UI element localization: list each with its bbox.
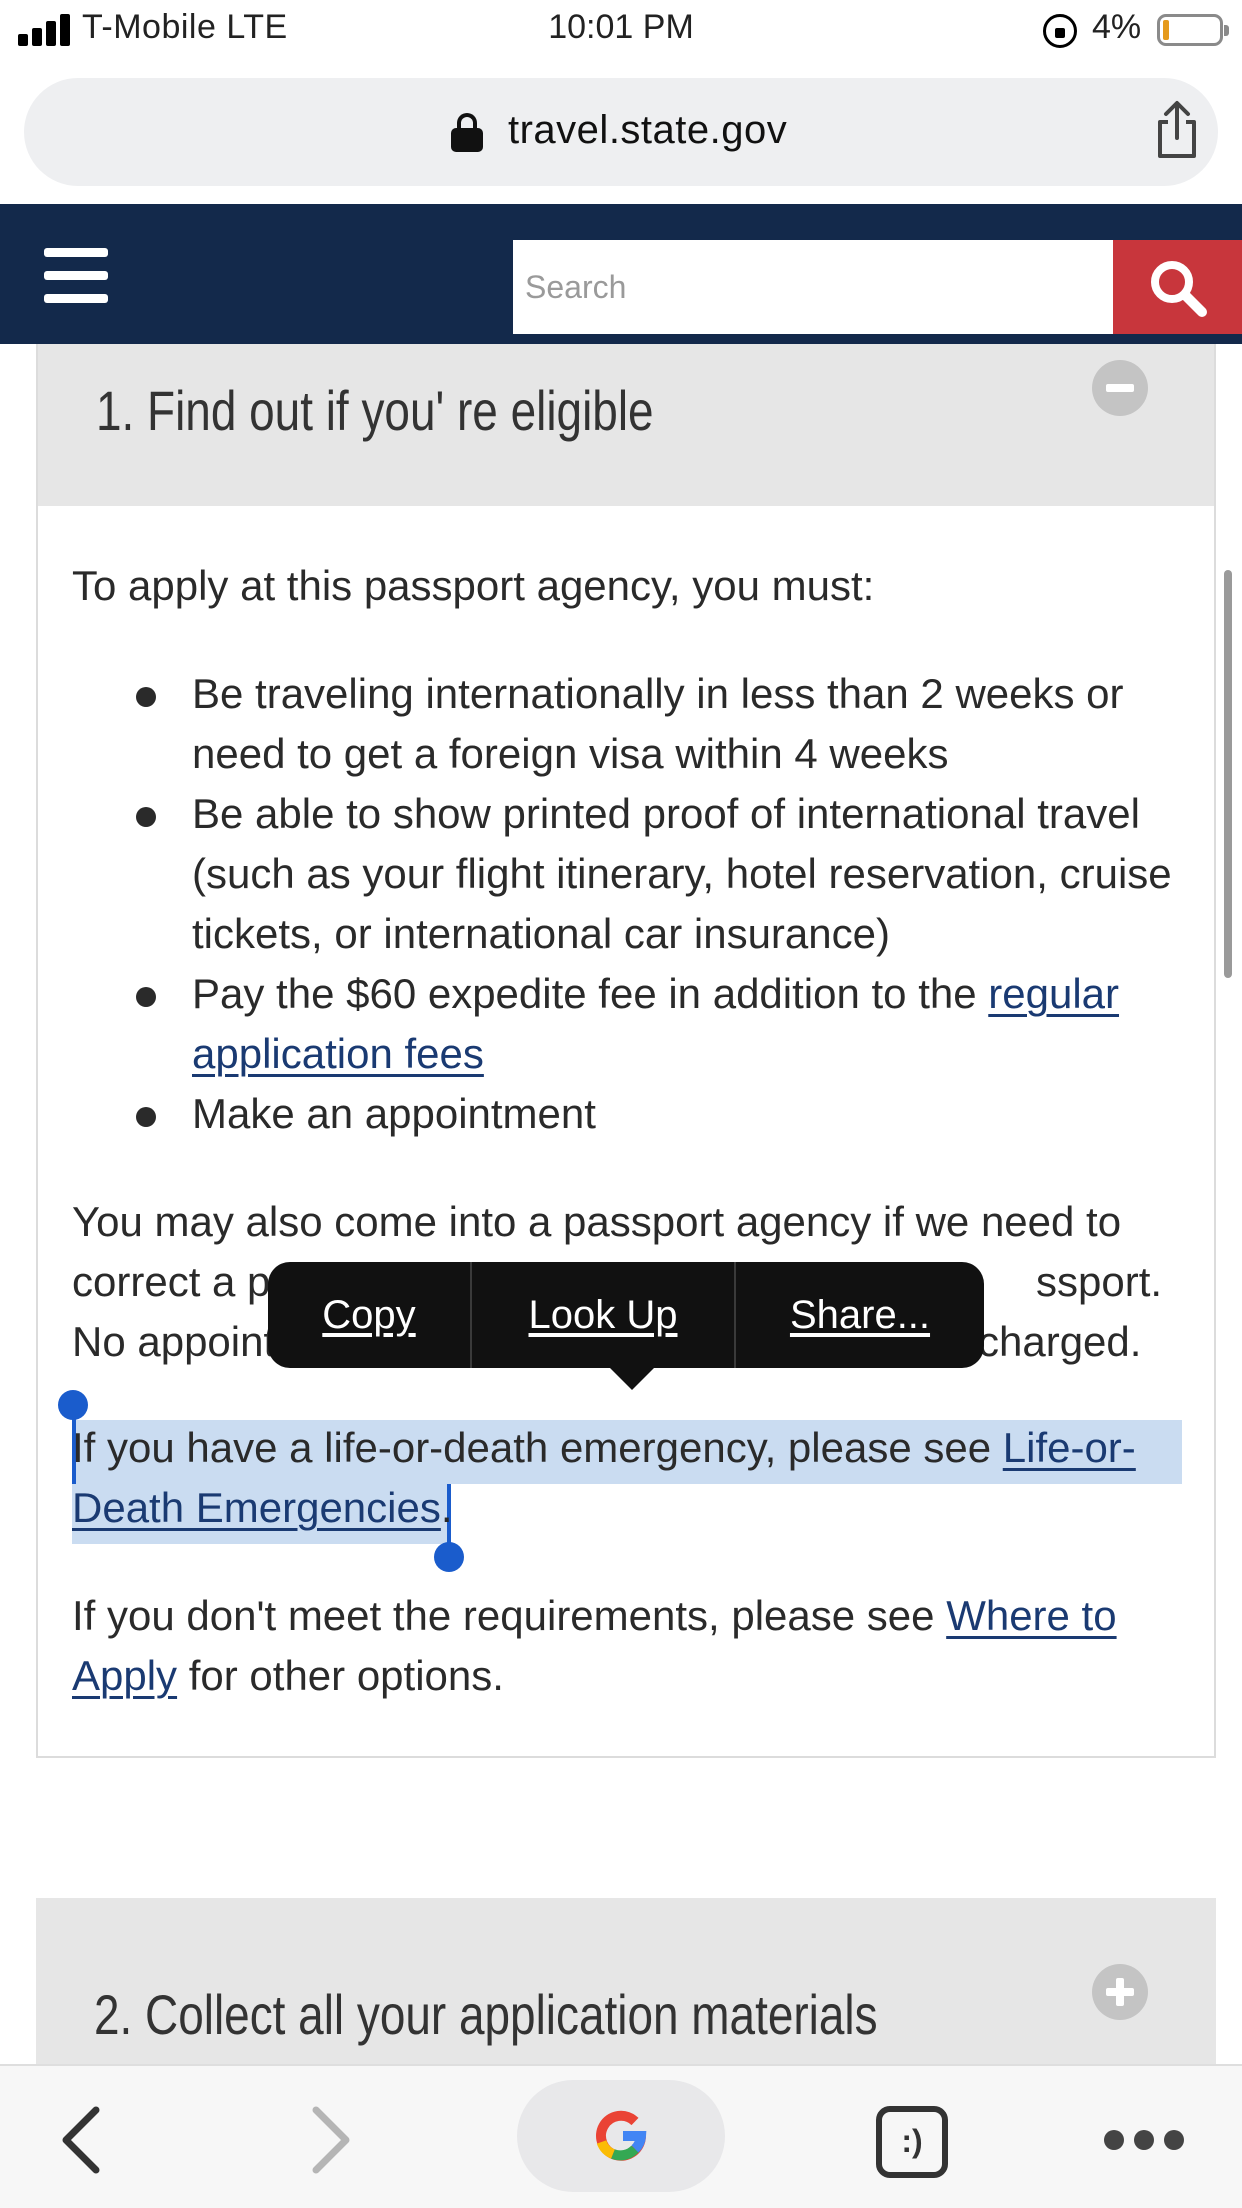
section-title: 2. Collect all your application material… <box>94 1983 878 2046</box>
menu-icon[interactable] <box>44 248 108 304</box>
status-bar: T-Mobile LTE 10:01 PM 4% <box>0 0 1242 60</box>
site-header <box>0 204 1242 344</box>
text-context-menu: Copy Look Up Share... <box>268 1262 984 1390</box>
share-icon[interactable] <box>1152 100 1202 160</box>
accordion-header-eligibility[interactable]: 1. Find out if you' re eligible <box>38 344 1214 506</box>
rotation-lock-icon <box>1043 14 1077 48</box>
list-item: Pay the $60 expedite fee in addition to … <box>72 964 1182 1084</box>
look-up-menu-item[interactable]: Look Up <box>472 1262 734 1368</box>
options-paragraph: If you don't meet the requirements, plea… <box>72 1592 1117 1699</box>
back-icon[interactable] <box>52 2104 112 2176</box>
accordion-header-materials[interactable]: 2. Collect all your application material… <box>36 1898 1216 2064</box>
scrollbar[interactable] <box>1224 570 1232 978</box>
google-icon <box>596 2110 647 2161</box>
battery-percent: 4% <box>1092 8 1142 46</box>
browser-toolbar: :) <box>0 2064 1242 2208</box>
selection-end-handle[interactable] <box>434 1542 464 1572</box>
plus-circle-icon[interactable] <box>1092 1964 1148 2020</box>
share-menu-item[interactable]: Share... <box>736 1262 984 1368</box>
tabs-icon[interactable]: :) <box>876 2106 948 2178</box>
requirements-list: Be traveling internationally in less tha… <box>72 664 1182 1144</box>
minus-circle-icon[interactable] <box>1092 360 1148 416</box>
selection-start-handle[interactable] <box>58 1390 88 1420</box>
search-icon <box>1151 261 1207 317</box>
list-item: Be traveling internationally in less tha… <box>72 664 1182 784</box>
battery-icon <box>1157 14 1229 46</box>
url-text[interactable]: travel.state.gov <box>508 108 787 153</box>
more-icon[interactable] <box>1104 2130 1184 2150</box>
forward-icon[interactable] <box>300 2104 360 2176</box>
lock-icon <box>451 113 483 152</box>
intro-text: To apply at this passport agency, you mu… <box>72 562 875 609</box>
search-input[interactable] <box>513 240 1113 334</box>
google-search-button[interactable] <box>517 2080 725 2192</box>
copy-menu-item[interactable]: Copy <box>268 1262 470 1368</box>
list-item: Be able to show printed proof of interna… <box>72 784 1182 964</box>
list-item: Make an appointment <box>72 1084 1182 1144</box>
emergency-paragraph: If you have a life-or-death emergency, p… <box>72 1424 1136 1531</box>
search-button[interactable] <box>1113 240 1242 334</box>
section-title: 1. Find out if you' re eligible <box>96 379 654 442</box>
address-bar[interactable]: travel.state.gov <box>24 78 1218 186</box>
